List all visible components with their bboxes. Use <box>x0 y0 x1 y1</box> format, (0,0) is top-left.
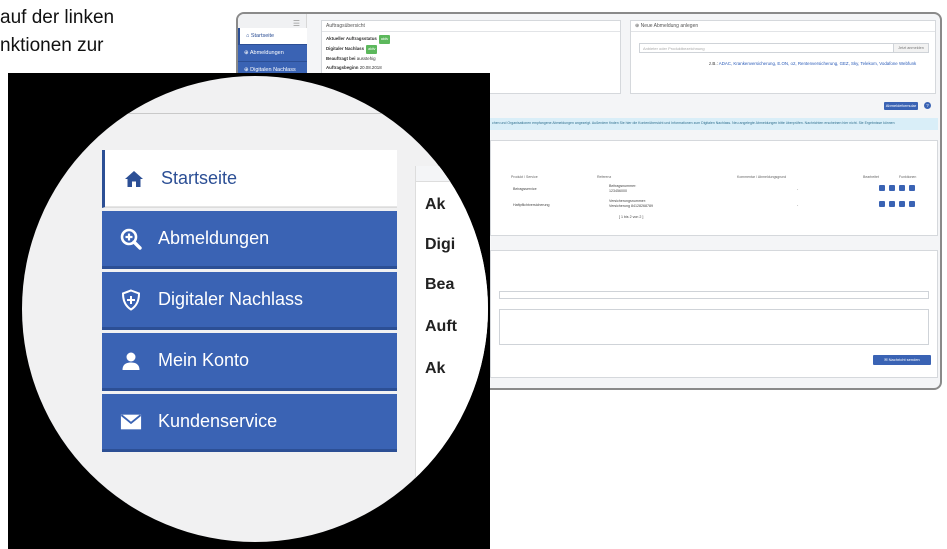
zoomed-row-label: Digi <box>425 236 456 253</box>
provider-examples: z.B.: ADAC, Krankenversicherung, E.ON, o… <box>709 61 917 66</box>
pagination-info: [ 1 bis 2 von 2 ] <box>619 215 644 219</box>
header-divider <box>112 113 412 114</box>
sidebar-item-abmeldungen[interactable]: ⊕ Abmeldungen <box>238 45 307 62</box>
menu-item-label: Digitaler Nachlass <box>158 289 304 309</box>
new-cancellation-panel: ⊕ Neue Abmeldung anlegen Anbieter oder P… <box>630 20 936 94</box>
magnifier-circle: Ak Digi Bea Auft Ak Startseite Abmeldung… <box>22 76 488 542</box>
edit-icon[interactable] <box>889 201 895 207</box>
menu-item-startseite[interactable]: Startseite <box>102 150 397 208</box>
user-icon <box>120 350 142 372</box>
refresh-icon[interactable] <box>899 201 905 207</box>
col-header-comment[interactable]: Kommentar / Abmeldungsgrund <box>737 175 786 179</box>
caption-text: auf der linken nktionen zur <box>0 4 114 60</box>
caption-line-2: nktionen zur <box>0 35 104 56</box>
zoomed-row-label: Auft <box>425 318 457 335</box>
refresh-icon[interactable] <box>899 185 905 191</box>
info-icon[interactable] <box>879 185 885 191</box>
status-badge: aktiv <box>378 35 391 44</box>
cancellations-table: Produkt / Service Referenz Kommentar / A… <box>490 140 938 236</box>
order-overview-title: Auftragsübersicht <box>322 21 620 32</box>
start-row: Auftragsbeginn 20.08.2018 <box>326 65 382 70</box>
menu-item-label: Mein Konto <box>158 350 250 370</box>
table-cell-product: Haftpflichtversicherung <box>513 203 550 207</box>
zoomed-row-label: Bea <box>425 276 455 293</box>
table-cell-product: Beiragsservice <box>513 187 537 191</box>
home-icon <box>123 168 145 190</box>
menu-item-label: Kundenservice <box>158 411 278 431</box>
mail-icon[interactable] <box>909 201 915 207</box>
info-icon[interactable] <box>879 201 885 207</box>
table-cell-comment: - <box>797 187 799 191</box>
envelope-icon <box>120 411 142 433</box>
menu-item-kundenservice[interactable]: Kundenservice <box>102 394 397 452</box>
table-cell-ref-value: 123456000 <box>609 189 627 193</box>
menu-item-abmeldungen[interactable]: Abmeldungen <box>102 211 397 269</box>
caption-line-1: auf der linken <box>0 7 115 28</box>
message-textarea[interactable] <box>499 309 929 345</box>
nachlass-row: Digitaler Nachlass aktiv <box>322 44 620 54</box>
provider-search-input[interactable]: Anbieter oder Produktbezeichnung <box>639 43 923 53</box>
menu-item-digitaler-nachlass[interactable]: Digitaler Nachlass <box>102 272 397 330</box>
new-cancellation-title: ⊕ Neue Abmeldung anlegen <box>631 21 935 32</box>
edit-icon[interactable] <box>889 185 895 191</box>
help-icon[interactable]: ? <box>924 102 931 109</box>
status-badge: aktiv <box>366 45 378 54</box>
sidebar-item-startseite[interactable]: ⌂ Startseite <box>238 28 307 45</box>
shield-plus-icon <box>120 288 142 311</box>
col-header-reference[interactable]: Referenz <box>597 175 611 179</box>
subject-input[interactable] <box>499 291 929 299</box>
search-submit-button[interactable]: Jetzt anmelden <box>893 43 929 53</box>
zoomed-content-header <box>416 166 488 182</box>
col-header-functions: Funktionen <box>899 175 917 179</box>
hamburger-icon[interactable]: ☰ <box>293 19 300 28</box>
zoomed-row-label: Ak <box>425 196 446 213</box>
search-plus-icon <box>120 228 142 250</box>
table-cell-comment: - <box>797 203 799 207</box>
menu-item-label: Abmeldungen <box>158 228 270 248</box>
menu-item-mein-konto[interactable]: Mein Konto <box>102 333 397 391</box>
menu-item-label: Startseite <box>161 168 238 188</box>
table-cell-ref-label: Versicherungsnummer: <box>609 199 646 203</box>
provider-examples-links[interactable]: ADAC, Krankenversicherung, E.ON, o2, Ren… <box>719 61 916 66</box>
status-row: Aktueller Auftragsstatus aktiv <box>322 34 620 44</box>
col-header-product[interactable]: Produkt / Service <box>511 175 538 179</box>
message-panel: ✉ Nachricht senden <box>490 250 938 378</box>
info-alert: chen und Organisationen empfangene Abmel… <box>490 118 938 130</box>
send-message-button[interactable]: ✉ Nachricht senden <box>873 355 931 365</box>
table-cell-ref-value: Versicherung 84128268789 <box>609 204 653 208</box>
zoomed-content-pane: Ak Digi Bea Auft Ak <box>415 166 488 526</box>
table-cell-ref-label: Beitragsnummer: <box>609 184 637 188</box>
mail-icon[interactable] <box>909 185 915 191</box>
abmeldeformular-button[interactable]: Abmeldeformular <box>884 102 918 110</box>
zoomed-row-label: Ak <box>425 360 446 377</box>
col-header-processed[interactable]: Bearbeitet <box>863 175 879 179</box>
assigned-row: Beauftragt bei ausstehig <box>326 56 376 61</box>
